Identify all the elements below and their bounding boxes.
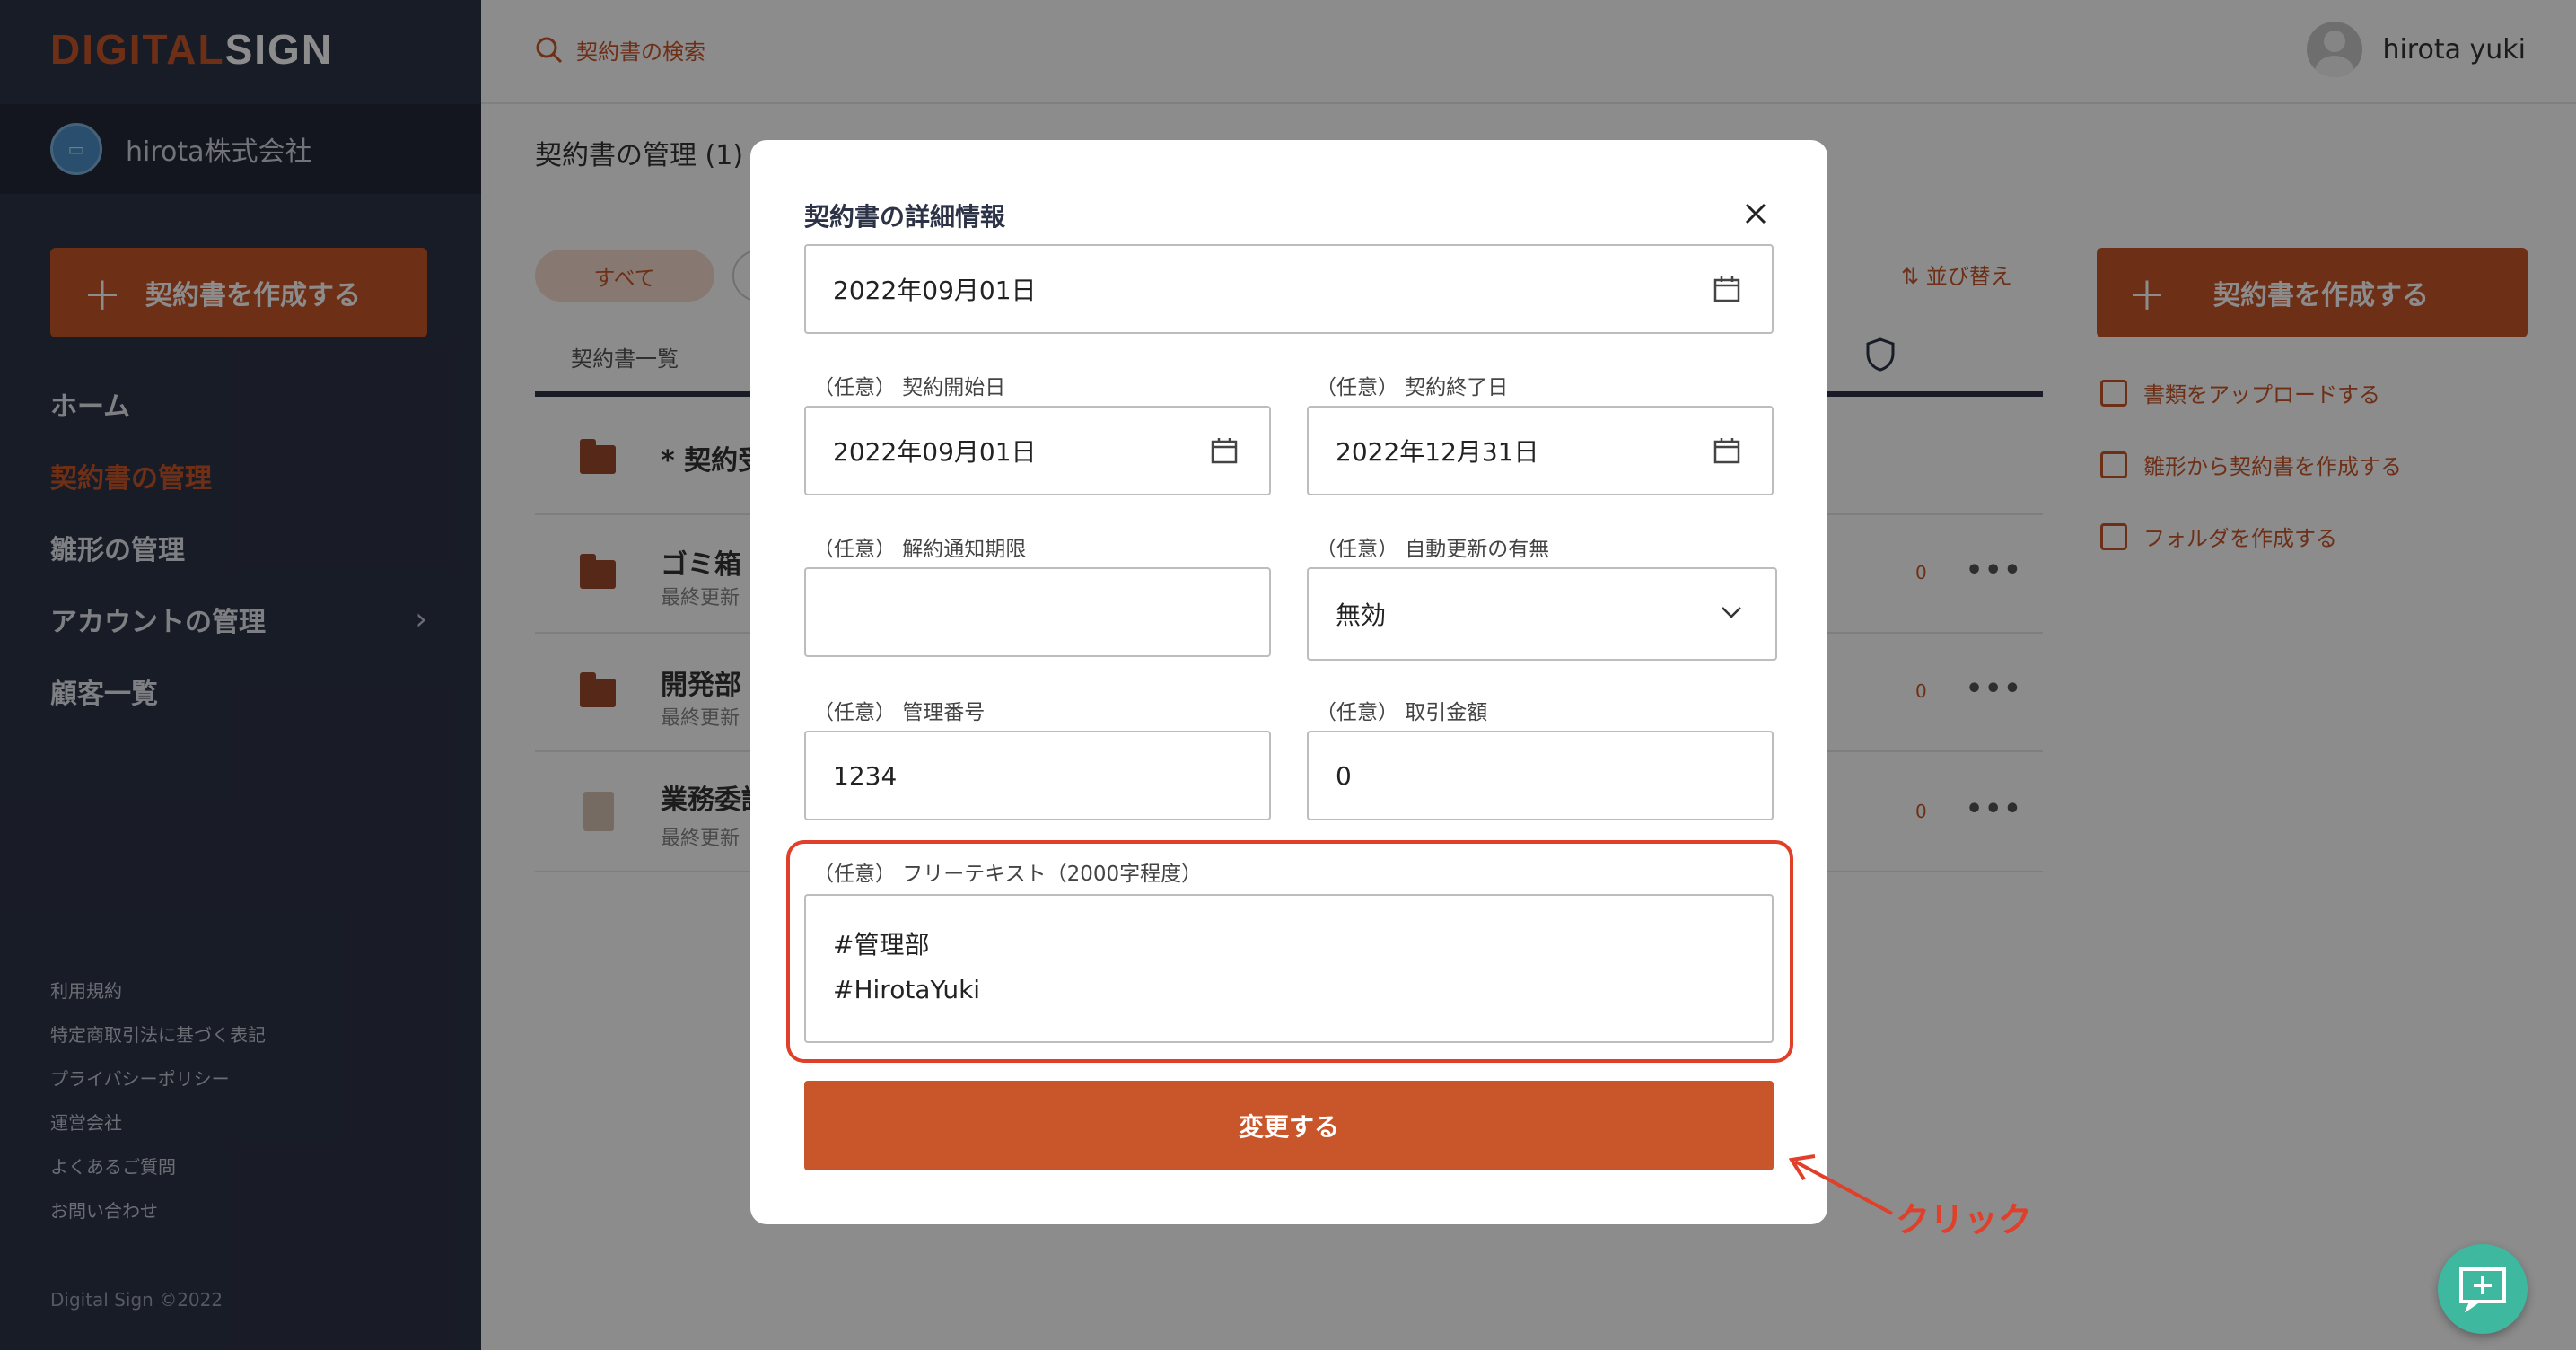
management-number-label: （任意） 管理番号 <box>813 701 986 724</box>
auto-renew-label: （任意） 自動更新の有無 <box>1316 538 1550 561</box>
close-button[interactable] <box>1738 196 1774 232</box>
management-number-input[interactable]: 1234 <box>804 731 1271 820</box>
end-date-label: （任意） 契約終了日 <box>1316 376 1509 399</box>
notice-deadline-field[interactable] <box>804 567 1271 657</box>
modal-title: 契約書の詳細情報 <box>804 202 1006 232</box>
transaction-amount-label: （任意） 取引金額 <box>1316 701 1488 724</box>
auto-renew-value: 無効 <box>1336 600 1387 630</box>
close-icon <box>1745 203 1766 224</box>
free-text-line: #HirotaYuki <box>833 975 981 1004</box>
start-date-value: 2022年09月01日 <box>833 437 1037 467</box>
end-date-field[interactable]: 2022年12月31日 <box>1307 406 1774 495</box>
transaction-amount-value: 0 <box>1336 760 1352 791</box>
contract-details-modal: 契約書の詳細情報 2022年09月01日 （任意） 契約開始日 2022年09月… <box>750 140 1827 1224</box>
calendar-icon[interactable] <box>1713 436 1741 465</box>
management-number-value: 1234 <box>833 760 898 791</box>
free-text-textarea[interactable]: #管理部 #HirotaYuki <box>804 894 1774 1043</box>
annotation-click-label: クリック <box>1896 1200 2033 1240</box>
free-text-line: #管理部 <box>833 930 930 960</box>
add-comment-icon <box>2459 1267 2506 1312</box>
floating-chat-button[interactable] <box>2438 1244 2528 1334</box>
calendar-icon[interactable] <box>1210 436 1239 465</box>
chevron-down-icon <box>1722 607 1741 618</box>
start-date-label: （任意） 契約開始日 <box>813 376 1006 399</box>
free-text-label: （任意） フリーテキスト（2000字程度） <box>813 863 1203 886</box>
contract-date-field[interactable]: 2022年09月01日 <box>804 244 1774 334</box>
start-date-field[interactable]: 2022年09月01日 <box>804 406 1271 495</box>
contract-date-value: 2022年09月01日 <box>833 276 1037 305</box>
auto-renew-select[interactable]: 無効 <box>1307 567 1777 661</box>
transaction-amount-input[interactable]: 0 <box>1307 731 1774 820</box>
notice-deadline-label: （任意） 解約通知期限 <box>813 538 1027 561</box>
calendar-icon[interactable] <box>1713 275 1741 303</box>
end-date-value: 2022年12月31日 <box>1336 437 1539 467</box>
update-button[interactable]: 変更する <box>804 1081 1774 1170</box>
annotation-arrow-icon <box>1788 1154 1893 1215</box>
